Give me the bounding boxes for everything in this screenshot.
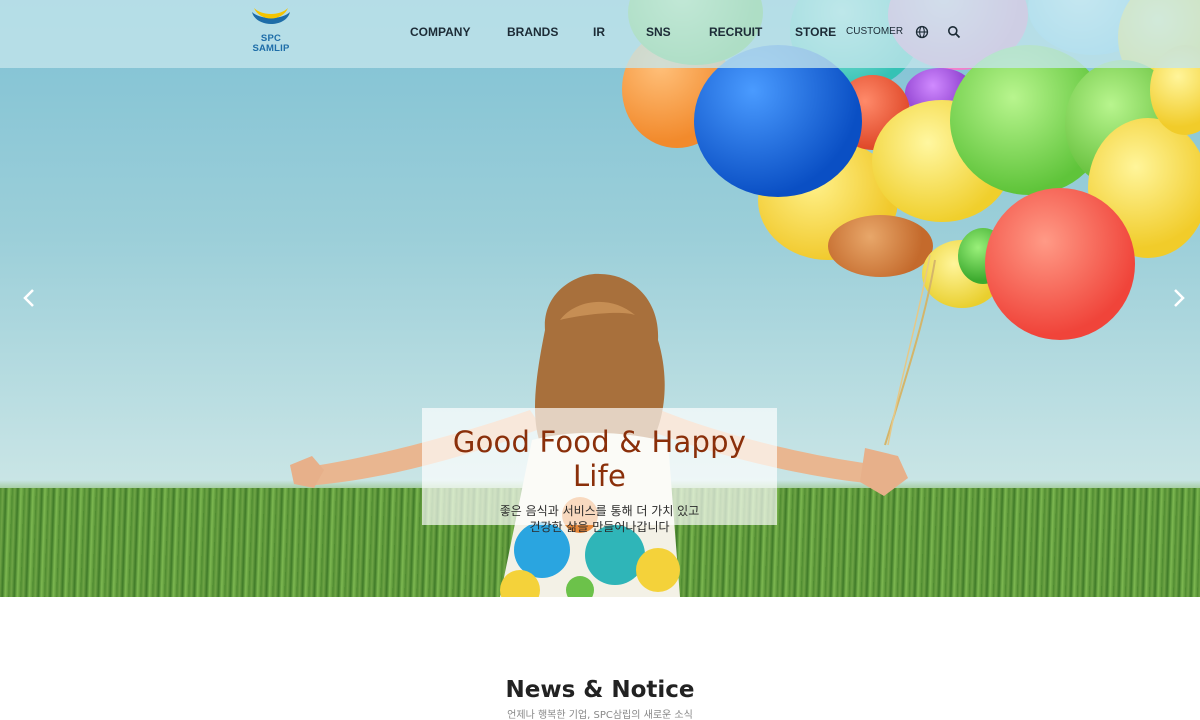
nav-company[interactable]: COMPANY	[410, 25, 470, 39]
hero-subtitle: 좋은 음식과 서비스를 통해 더 가치 있고 건강한 삶을 만들어나갑니다	[422, 503, 777, 535]
logo-line2: SAMLIP	[252, 43, 290, 54]
hero-caption: Good Food & Happy Life 좋은 음식과 서비스를 통해 더 …	[422, 408, 777, 534]
hero-subtitle-line2: 건강한 삶을 만들어나갑니다	[529, 520, 670, 534]
hero-banner: Good Food & Happy Life 좋은 음식과 서비스를 통해 더 …	[0, 0, 1200, 597]
search-icon	[948, 26, 961, 39]
next-slide-button[interactable]	[1170, 287, 1188, 309]
chevron-right-icon	[1174, 289, 1185, 307]
nav-brands[interactable]: BRANDS	[507, 25, 558, 39]
nav-customer[interactable]: CUSTOMER	[846, 26, 903, 37]
logo-text: SPC SAMLIP	[248, 34, 294, 54]
prev-slide-button[interactable]	[20, 287, 38, 309]
language-button[interactable]	[915, 25, 929, 39]
news-section-title: News & Notice	[505, 677, 695, 703]
nav-recruit[interactable]: RECRUIT	[709, 25, 762, 39]
globe-icon	[915, 25, 929, 39]
hero-subtitle-line1: 좋은 음식과 서비스를 통해 더 가치 있고	[499, 504, 700, 518]
news-section-subtitle: 언제나 행복한 기업, SPC삼립의 새로운 소식	[507, 710, 693, 720]
hero-title: Good Food & Happy Life	[452, 425, 747, 493]
site-header: SPC SAMLIP COMPANY BRANDS IR SNS RECRUIT…	[0, 0, 1200, 68]
nav-ir[interactable]: IR	[593, 25, 605, 39]
nav-sns[interactable]: SNS	[646, 25, 671, 39]
chevron-left-icon	[23, 289, 34, 307]
logo[interactable]: SPC SAMLIP	[248, 8, 294, 56]
search-button[interactable]	[947, 25, 961, 39]
nav-store[interactable]: STORE	[795, 25, 836, 39]
logo-mark-icon	[252, 8, 290, 24]
